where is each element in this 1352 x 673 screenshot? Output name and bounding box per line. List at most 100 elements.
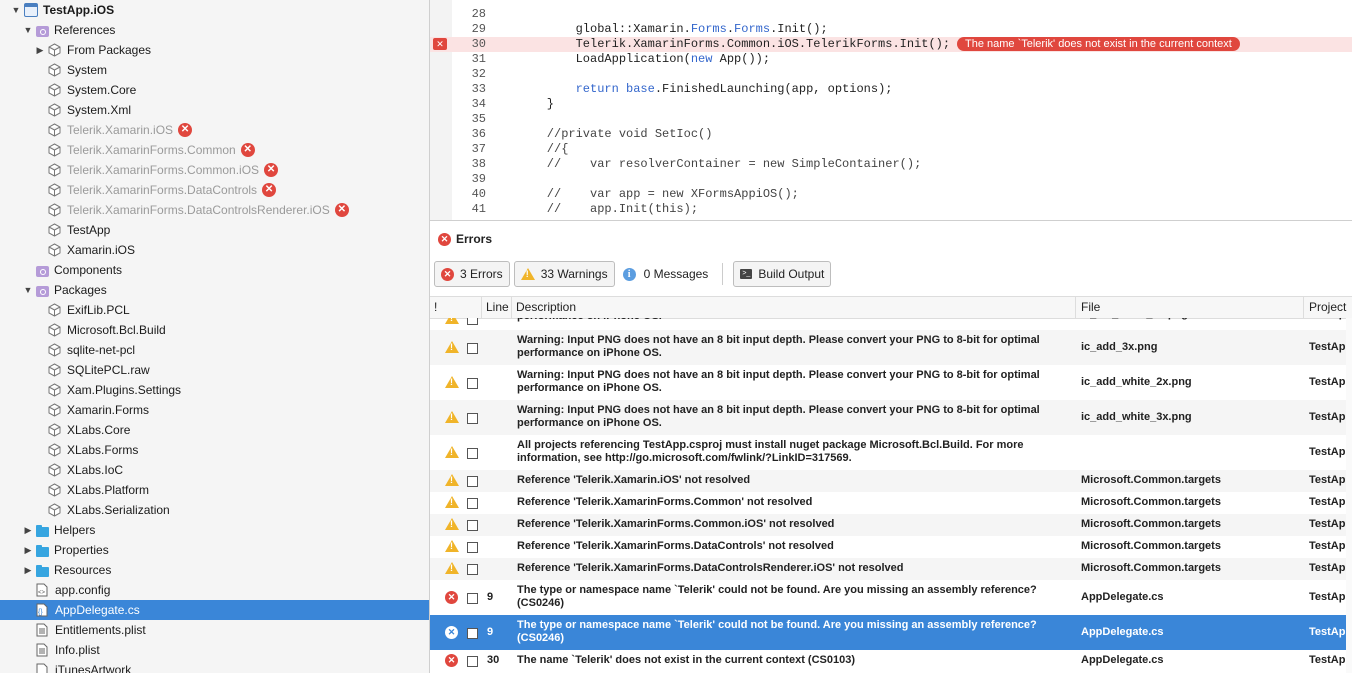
- row-checkbox[interactable]: [467, 627, 478, 639]
- code-text[interactable]: //private void SetIoc(): [518, 127, 713, 142]
- tree-item[interactable]: ▶Microsoft.Bcl.Build: [0, 320, 429, 340]
- error-list-row[interactable]: ✕ 9 The type or namespace name `Telerik' c…: [430, 615, 1352, 650]
- error-list-row[interactable]: performance on iPhone OS. ic_list_white_2…: [430, 318, 1352, 330]
- column-header-file[interactable]: File: [1081, 300, 1100, 314]
- expand-right-icon[interactable]: ▶: [34, 45, 46, 56]
- tree-item[interactable]: ▼ Packages: [0, 280, 429, 300]
- tree-item[interactable]: ▶Telerik.XamarinForms.DataControlsRender…: [0, 200, 429, 220]
- tree-item[interactable]: ▶Entitlements.plist: [0, 620, 429, 640]
- tree-item[interactable]: ▶System.Xml: [0, 100, 429, 120]
- tree-item[interactable]: ▶<>app.config: [0, 580, 429, 600]
- column-divider[interactable]: [481, 297, 482, 318]
- errors-filter-button[interactable]: ✕ 3 Errors: [434, 261, 510, 287]
- tree-item[interactable]: ▶ Helpers: [0, 520, 429, 540]
- tree-item[interactable]: ▶Telerik.XamarinForms.Common.iOS✕: [0, 160, 429, 180]
- row-checkbox[interactable]: [467, 342, 478, 354]
- row-checkbox[interactable]: [467, 656, 478, 667]
- row-checkbox[interactable]: [467, 542, 478, 553]
- error-list-row[interactable]: Warning: Input PNG does not have an 8 bi…: [430, 330, 1352, 365]
- code-text[interactable]: // var app = new XFormsAppiOS();: [518, 187, 799, 202]
- error-list-row[interactable]: All projects referencing TestApp.csproj …: [430, 435, 1352, 470]
- inline-error-bubble[interactable]: The name `Telerik' does not exist in the…: [957, 37, 1240, 51]
- error-list-row[interactable]: Reference 'Telerik.XamarinForms.DataCont…: [430, 536, 1352, 558]
- row-checkbox[interactable]: [467, 412, 478, 424]
- code-line[interactable]: 40 // var app = new XFormsAppiOS();: [430, 187, 1352, 202]
- tree-item[interactable]: ▶Xamarin.Forms: [0, 400, 429, 420]
- tree-item[interactable]: ▶XLabs.Forms: [0, 440, 429, 460]
- tree-item[interactable]: ▶ Properties: [0, 540, 429, 560]
- tree-item[interactable]: ▶sqlite-net-pcl: [0, 340, 429, 360]
- row-checkbox[interactable]: [467, 476, 478, 487]
- tree-item[interactable]: ▶System: [0, 60, 429, 80]
- error-list-row[interactable]: Warning: Input PNG does not have an 8 bi…: [430, 400, 1352, 435]
- column-header-line[interactable]: Line: [486, 300, 509, 314]
- expand-right-icon[interactable]: ▶: [22, 545, 34, 556]
- tree-item[interactable]: ▶TestApp: [0, 220, 429, 240]
- error-list-row[interactable]: Warning: Input PNG does not have an 8 bi…: [430, 365, 1352, 400]
- code-text[interactable]: global::Xamarin.Forms.Forms.Init();: [518, 22, 828, 37]
- tree-item[interactable]: ▶ Resources: [0, 560, 429, 580]
- expand-down-icon[interactable]: ▼: [22, 285, 34, 295]
- code-line[interactable]: 28: [430, 7, 1352, 22]
- column-header-project[interactable]: Project: [1309, 300, 1346, 314]
- tree-item[interactable]: ▶{}AppDelegate.cs: [0, 600, 429, 620]
- row-checkbox[interactable]: [467, 498, 478, 509]
- tree-item[interactable]: ▶ExifLib.PCL: [0, 300, 429, 320]
- column-header-description[interactable]: Description: [516, 300, 576, 314]
- error-list-scrollbar[interactable]: [1346, 318, 1352, 673]
- row-checkbox[interactable]: [467, 377, 478, 389]
- tree-item[interactable]: ▶System.Core: [0, 80, 429, 100]
- tree-item[interactable]: ▶Xamarin.iOS: [0, 240, 429, 260]
- code-line[interactable]: ✕ 30 Telerik.XamarinForms.Common.iOS.Tele…: [430, 37, 1352, 52]
- code-line[interactable]: 36 //private void SetIoc(): [430, 127, 1352, 142]
- code-text[interactable]: // var resolverContainer = new SimpleCon…: [518, 157, 921, 172]
- expand-down-icon[interactable]: ▼: [22, 25, 34, 35]
- error-list-row[interactable]: Reference 'Telerik.Xamarin.iOS' not reso…: [430, 470, 1352, 492]
- gutter-error-icon[interactable]: ✕: [433, 38, 447, 50]
- error-list-row[interactable]: ✕ 9 The type or namespace name `Telerik' c…: [430, 580, 1352, 615]
- expand-down-icon[interactable]: ▼: [10, 5, 22, 15]
- messages-filter-button[interactable]: i 0 Messages: [622, 267, 708, 281]
- tree-item[interactable]: ▶Telerik.Xamarin.iOS✕: [0, 120, 429, 140]
- tree-item[interactable]: ▶ From Packages: [0, 40, 429, 60]
- tree-item[interactable]: ▶XLabs.Platform: [0, 480, 429, 500]
- tree-item[interactable]: ▶SQLitePCL.raw: [0, 360, 429, 380]
- code-text[interactable]: // app.Init(this);: [518, 202, 698, 217]
- column-divider[interactable]: [511, 297, 512, 318]
- tree-item[interactable]: ▶XLabs.IoC: [0, 460, 429, 480]
- error-list-row[interactable]: ✕ 30 The name `Telerik' does not exist in …: [430, 650, 1352, 672]
- tree-item[interactable]: ▼ TestApp.iOS: [0, 0, 429, 20]
- code-line[interactable]: 35: [430, 112, 1352, 127]
- tree-item[interactable]: ▶Telerik.XamarinForms.DataControls✕: [0, 180, 429, 200]
- column-header-bang[interactable]: !: [434, 300, 437, 314]
- tree-item[interactable]: ▶Telerik.XamarinForms.Common✕: [0, 140, 429, 160]
- code-line[interactable]: 41 // app.Init(this);: [430, 202, 1352, 217]
- tree-item[interactable]: ▼ References: [0, 20, 429, 40]
- expand-right-icon[interactable]: ▶: [22, 525, 34, 536]
- row-checkbox[interactable]: [467, 520, 478, 531]
- row-checkbox[interactable]: [467, 318, 478, 325]
- code-text[interactable]: LoadApplication(new App());: [518, 52, 770, 67]
- code-line[interactable]: 29 global::Xamarin.Forms.Forms.Init();: [430, 22, 1352, 37]
- code-line[interactable]: 38 // var resolverContainer = new Simple…: [430, 157, 1352, 172]
- warnings-filter-button[interactable]: 33 Warnings: [513, 261, 615, 287]
- error-list-row[interactable]: Reference 'Telerik.XamarinForms.Common.i…: [430, 514, 1352, 536]
- expand-right-icon[interactable]: ▶: [22, 565, 34, 576]
- code-text[interactable]: Telerik.XamarinForms.Common.iOS.TelerikF…: [518, 37, 950, 52]
- code-line[interactable]: 37 //{: [430, 142, 1352, 157]
- column-divider[interactable]: [1303, 297, 1304, 318]
- tree-item[interactable]: ▶XLabs.Core: [0, 420, 429, 440]
- code-text[interactable]: return base.FinishedLaunching(app, optio…: [518, 82, 893, 97]
- tree-item[interactable]: ▶Components: [0, 260, 429, 280]
- error-list-row[interactable]: Reference 'Telerik.XamarinForms.Common' …: [430, 492, 1352, 514]
- build-output-button[interactable]: >_ Build Output: [733, 261, 832, 287]
- code-line[interactable]: 34 }: [430, 97, 1352, 112]
- code-text[interactable]: //{: [518, 142, 569, 157]
- tree-item[interactable]: ▶Info.plist: [0, 640, 429, 660]
- code-line[interactable]: 33 return base.FinishedLaunching(app, op…: [430, 82, 1352, 97]
- code-line[interactable]: 32: [430, 67, 1352, 82]
- tree-item[interactable]: ▶Xam.Plugins.Settings: [0, 380, 429, 400]
- row-checkbox[interactable]: [467, 592, 478, 604]
- code-line[interactable]: 31 LoadApplication(new App());: [430, 52, 1352, 67]
- error-list-row[interactable]: Reference 'Telerik.XamarinForms.DataCont…: [430, 558, 1352, 580]
